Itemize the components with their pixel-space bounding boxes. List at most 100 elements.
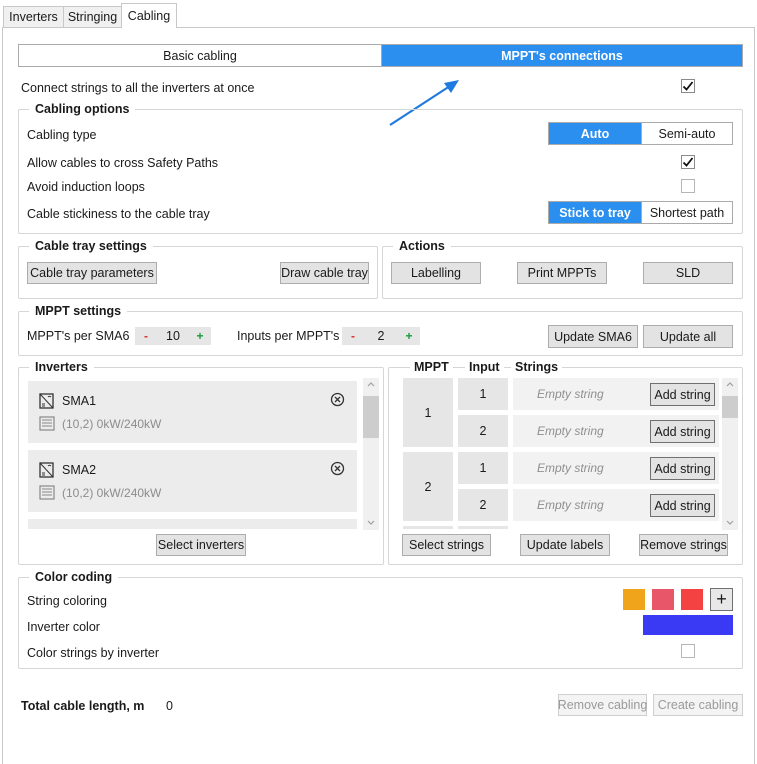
color-swatch[interactable]	[652, 589, 674, 610]
cross-safety-checkbox[interactable]	[681, 155, 695, 169]
inverter-name: SMA1	[62, 394, 97, 408]
inverters-scrollbar[interactable]	[363, 378, 379, 530]
cabling-mode-switch: Basic cabling MPPT's connections	[18, 44, 743, 67]
color-by-inverter-label: Color strings by inverter	[27, 646, 159, 660]
induction-checkbox[interactable]	[681, 179, 695, 193]
inverter-card[interactable]: SMA2 (10,2) 0kW/240kW	[28, 450, 357, 512]
mppt-grid-icon	[39, 485, 55, 500]
checkmark-icon	[682, 157, 694, 167]
inverters-title: Inverters	[29, 359, 94, 375]
scroll-up-icon[interactable]	[726, 381, 734, 387]
mppt-per-sma-decrement[interactable]: -	[135, 327, 157, 345]
inputs-per-mppt-stepper: - 2 +	[342, 327, 420, 345]
actions-title: Actions	[393, 238, 451, 254]
add-string-button[interactable]: Add string	[650, 420, 715, 443]
inputs-per-mppt-label: Inputs per MPPT's	[237, 329, 340, 343]
plus-icon: +	[716, 589, 727, 609]
select-strings-button[interactable]: Select strings	[402, 534, 491, 556]
cabling-type-label: Cabling type	[27, 128, 97, 142]
remove-cabling-button[interactable]: Remove cabling	[558, 694, 647, 716]
total-cable-length-value: 0	[166, 699, 173, 713]
inverter-card[interactable]: SMA1 (10,2) 0kW/240kW	[28, 381, 357, 443]
inverters-scroll-thumb[interactable]	[363, 396, 379, 438]
checkmark-icon	[682, 81, 694, 91]
connect-all-label: Connect strings to all the inverters at …	[21, 81, 255, 95]
remove-circle-icon[interactable]	[330, 461, 345, 476]
color-swatch[interactable]	[623, 589, 645, 610]
stickiness-label: Cable stickiness to the cable tray	[27, 207, 210, 221]
stickiness-switch: Stick to tray Shortest path	[548, 201, 733, 224]
tab-stringing[interactable]: Stringing	[63, 6, 122, 27]
inverter-icon	[39, 393, 54, 409]
inputs-per-mppt-decrement[interactable]: -	[342, 327, 364, 345]
remove-strings-button[interactable]: Remove strings	[639, 534, 728, 556]
update-all-button[interactable]: Update all	[643, 325, 733, 348]
stick-to-tray-button[interactable]: Stick to tray	[549, 202, 642, 223]
cross-safety-label: Allow cables to cross Safety Paths	[27, 156, 219, 170]
cable-tray-parameters-button[interactable]: Cable tray parameters	[27, 262, 157, 284]
strings-header: Strings	[511, 360, 563, 374]
input-header: Input	[465, 360, 504, 374]
input-cell-partial	[458, 526, 508, 529]
mppt-cell-partial	[403, 526, 453, 529]
inverter-card-partial[interactable]	[28, 519, 357, 529]
inputs-per-mppt-increment[interactable]: +	[398, 327, 420, 345]
labelling-button[interactable]: Labelling	[391, 262, 481, 284]
mppt-scrollbar[interactable]	[722, 378, 738, 530]
mppt-per-sma-stepper: - 10 +	[135, 327, 211, 345]
inverter-color-swatch[interactable]	[643, 615, 733, 635]
mppt-connections-button[interactable]: MPPT's connections	[382, 45, 742, 66]
connect-all-checkbox[interactable]	[681, 79, 695, 93]
color-by-inverter-checkbox[interactable]	[681, 644, 695, 658]
tab-strip: Inverters Stringing Cabling	[0, 0, 757, 28]
draw-cable-tray-button[interactable]: Draw cable tray	[280, 262, 369, 284]
input-cell: 2	[458, 415, 508, 447]
mppt-cell: 2	[403, 452, 453, 521]
mppt-scroll-thumb[interactable]	[722, 396, 738, 418]
input-cell: 2	[458, 489, 508, 521]
scroll-up-icon[interactable]	[367, 381, 375, 387]
inverter-icon	[39, 462, 54, 478]
add-string-button[interactable]: Add string	[650, 383, 715, 406]
shortest-path-button[interactable]: Shortest path	[642, 202, 732, 223]
cable-tray-title: Cable tray settings	[29, 238, 153, 254]
scroll-down-icon[interactable]	[367, 520, 375, 526]
inverter-info: (10,2) 0kW/240kW	[62, 417, 162, 431]
inverter-info: (10,2) 0kW/240kW	[62, 486, 162, 500]
sld-button[interactable]: SLD	[643, 262, 733, 284]
print-mppts-button[interactable]: Print MPPTs	[517, 262, 607, 284]
tab-cabling[interactable]: Cabling	[121, 3, 177, 28]
inverter-color-label: Inverter color	[27, 620, 100, 634]
cabling-type-auto[interactable]: Auto	[549, 123, 642, 144]
add-string-button[interactable]: Add string	[650, 494, 715, 517]
input-cell: 1	[458, 452, 508, 484]
mppt-cell: 1	[403, 378, 453, 447]
remove-circle-icon[interactable]	[330, 392, 345, 407]
mppt-per-sma-value[interactable]: 10	[157, 327, 189, 345]
tab-inverters[interactable]: Inverters	[3, 6, 64, 27]
cabling-type-switch: Auto Semi-auto	[548, 122, 733, 145]
string-coloring-label: String coloring	[27, 594, 107, 608]
cabling-options-title: Cabling options	[29, 101, 136, 117]
create-cabling-button[interactable]: Create cabling	[653, 694, 743, 716]
mppt-per-sma-label: MPPT's per SMA6	[27, 329, 130, 343]
total-cable-length-label: Total cable length, m	[21, 699, 145, 713]
inverter-name: SMA2	[62, 463, 97, 477]
cabling-type-semi-auto[interactable]: Semi-auto	[642, 123, 732, 144]
add-color-button[interactable]: +	[710, 588, 733, 611]
input-cell: 1	[458, 378, 508, 410]
scroll-down-icon[interactable]	[726, 520, 734, 526]
add-string-button[interactable]: Add string	[650, 457, 715, 480]
color-swatch[interactable]	[681, 589, 703, 610]
update-sma6-button[interactable]: Update SMA6	[548, 325, 638, 348]
update-labels-button[interactable]: Update labels	[520, 534, 610, 556]
basic-cabling-button[interactable]: Basic cabling	[19, 45, 382, 66]
mppt-grid-icon	[39, 416, 55, 431]
inputs-per-mppt-value[interactable]: 2	[364, 327, 398, 345]
color-coding-title: Color coding	[29, 569, 119, 585]
select-inverters-button[interactable]: Select inverters	[156, 534, 246, 556]
mppt-header: MPPT	[410, 360, 453, 374]
induction-label: Avoid induction loops	[27, 180, 145, 194]
mppt-settings-title: MPPT settings	[29, 303, 128, 319]
mppt-per-sma-increment[interactable]: +	[189, 327, 211, 345]
